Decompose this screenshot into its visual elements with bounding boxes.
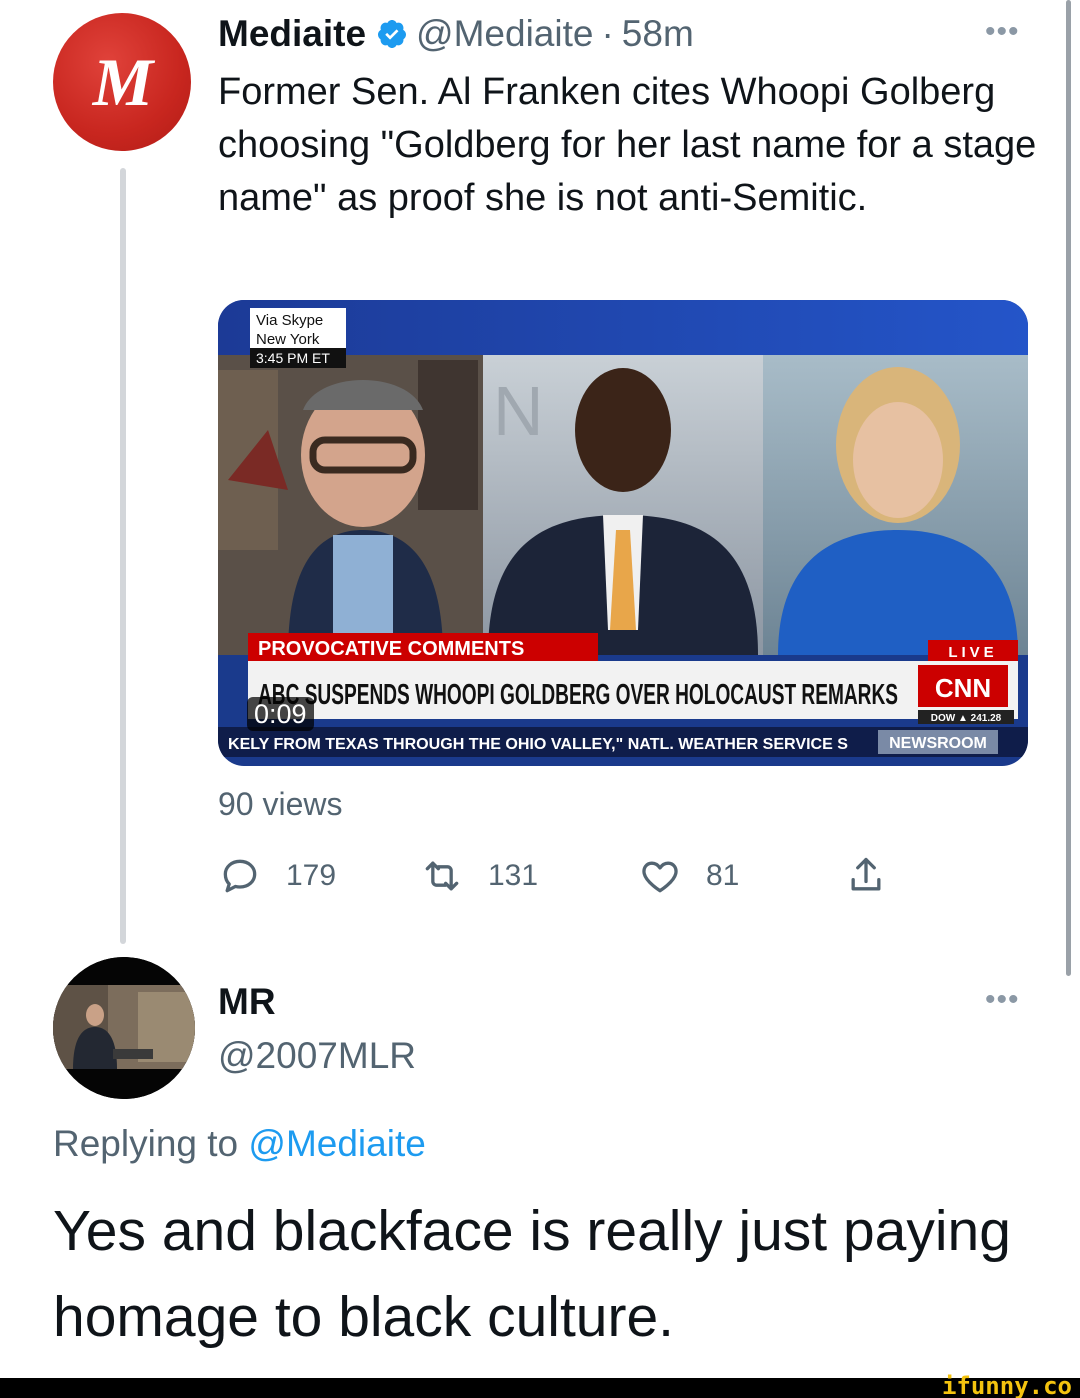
handle[interactable]: @Mediaite [416,12,593,56]
more-options-icon[interactable]: ••• [985,985,1020,1015]
share-button[interactable] [844,854,888,898]
mention-link[interactable]: @Mediaite [248,1123,425,1164]
display-name[interactable]: MR [218,980,276,1024]
live-label: LIVE [948,644,997,661]
like-button[interactable]: 81 [638,854,739,898]
skype-via: Via Skype [256,312,323,329]
skype-time: 3:45 PM ET [256,350,330,366]
reply-tweet-text: Yes and blackface is really just paying … [53,1199,1011,1349]
dot-separator: · [601,13,614,54]
retweet-icon [425,861,459,891]
newsroom-label: NEWSROOM [889,735,987,752]
tweet-text: Former Sen. Al Franken cites Whoopi Golb… [218,71,1037,219]
tweet-actions: 179 131 81 [218,854,898,902]
video-thumbnail[interactable]: N PROVOCATIVE COMMENTS LIVE ABC SUSPENDS… [218,300,1028,766]
ifunny-watermark: ifunny.co [941,1372,1072,1398]
view-count: 90 views [218,786,343,822]
retweet-count: 131 [488,859,539,892]
avatar-photo [53,957,195,1099]
handle[interactable]: @2007MLR [218,1034,416,1078]
replying-prefix: Replying to [53,1123,239,1164]
retweet-button[interactable]: 131 [420,854,538,898]
mediaite-avatar[interactable]: M [53,13,191,151]
display-name[interactable]: Mediaite [218,12,366,56]
svg-text:N: N [493,372,544,450]
replying-to-line: Replying to @Mediaite [53,1122,426,1166]
thread-connector-line [120,168,126,944]
avatar-letter: M [92,43,153,120]
news-broadcast-frame: N PROVOCATIVE COMMENTS LIVE ABC SUSPENDS… [218,300,1028,757]
like-count: 81 [706,859,740,892]
scrollbar[interactable] [1066,0,1071,976]
tweet-header: Mediaite @Mediaite · 58m [218,12,694,56]
timestamp[interactable]: 58m [622,12,694,56]
banner-label: PROVOCATIVE COMMENTS [258,638,524,660]
ticker-text: KELY FROM TEXAS THROUGH THE OHIO VALLEY,… [228,736,848,753]
video-duration: 0:09 [247,697,314,731]
reply-count: 179 [286,859,337,892]
reply-button[interactable]: 179 [218,854,336,898]
cnn-logo: CNN [935,673,991,703]
dow-ticker: DOW ▲ 241.28 [931,713,1002,724]
watermark-bar [0,1378,1080,1398]
heart-icon [642,861,678,893]
mr-avatar[interactable] [53,957,195,1099]
share-icon [851,857,881,891]
verified-badge-icon [378,20,407,48]
reply-icon [223,859,257,893]
headline-text: ABC SUSPENDS WHOOPI GOLDBERG OVER HOLOCA… [258,679,898,711]
skype-city: New York [256,331,320,348]
more-options-icon[interactable]: ••• [985,17,1020,47]
